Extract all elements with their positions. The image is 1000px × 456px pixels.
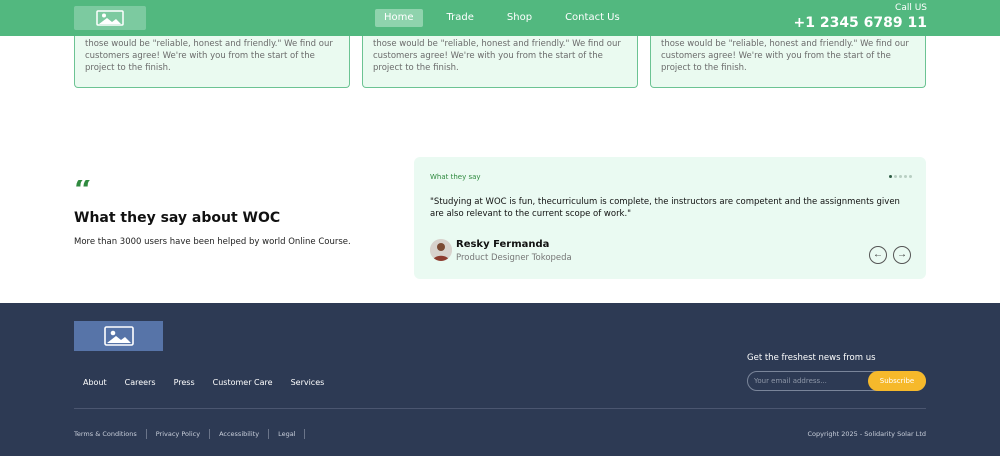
footer-link-press[interactable]: Press <box>165 378 204 387</box>
carousel-dot[interactable] <box>894 175 897 178</box>
email-input[interactable] <box>754 374 864 388</box>
footer-link-customer-care[interactable]: Customer Care <box>204 378 282 387</box>
nav-trade[interactable]: Trade <box>438 9 483 27</box>
testimonial-card: What they say "Studying at WOC is fun, t… <box>414 157 926 279</box>
copyright: Copyright 2025 - Solidarity Solar Ltd <box>807 430 926 438</box>
feature-card: those would be "reliable, honest and fri… <box>74 36 350 88</box>
subscribe-button[interactable]: Subscribe <box>868 371 926 391</box>
site-footer: About Careers Press Customer Care Servic… <box>0 303 1000 456</box>
logo[interactable] <box>74 6 146 30</box>
footer-nav: About Careers Press Customer Care Servic… <box>74 378 333 387</box>
prev-button[interactable]: ← <box>869 246 887 264</box>
nav-shop[interactable]: Shop <box>498 9 541 27</box>
testimonial-name: Resky Fermanda <box>456 239 550 250</box>
nav-home[interactable]: Home <box>375 9 423 27</box>
main-nav: Home Trade Shop Contact Us <box>375 9 644 27</box>
legal-link-terms[interactable]: Terms & Conditions <box>74 429 147 439</box>
next-button[interactable]: → <box>893 246 911 264</box>
site-header: Home Trade Shop Contact Us Call US +1 23… <box>0 0 1000 36</box>
call-label: Call US <box>895 3 927 13</box>
legal-links: Terms & Conditions Privacy Policy Access… <box>74 429 306 439</box>
newsletter-label: Get the freshest news from us <box>747 353 876 363</box>
footer-logo[interactable] <box>74 321 163 351</box>
legal-link-accessibility[interactable]: Accessibility <box>210 429 270 439</box>
carousel-dots <box>889 175 912 178</box>
call-info: Call US +1 2345 6789 11 <box>793 3 927 32</box>
quote-icon: “ <box>74 180 92 196</box>
footer-link-about[interactable]: About <box>74 378 116 387</box>
section-title: What they say about WOC <box>74 210 281 226</box>
footer-divider <box>74 408 926 409</box>
arrow-left-icon: ← <box>873 249 883 260</box>
testimonial-role: Product Designer Tokopeda <box>456 253 572 263</box>
person-icon <box>430 239 452 261</box>
footer-link-careers[interactable]: Careers <box>116 378 165 387</box>
section-subtitle: More than 3000 users have been helped by… <box>74 237 351 247</box>
arrow-right-icon: → <box>897 249 907 260</box>
testimonial-quote: "Studying at WOC is fun, thecurriculum i… <box>430 197 900 219</box>
carousel-dot[interactable] <box>904 175 907 178</box>
carousel-dot[interactable] <box>899 175 902 178</box>
testimonial-label: What they say <box>430 173 481 181</box>
feature-cards: those would be "reliable, honest and fri… <box>74 36 926 88</box>
call-number[interactable]: +1 2345 6789 11 <box>793 14 927 32</box>
feature-card: those would be "reliable, honest and fri… <box>650 36 926 88</box>
image-icon <box>96 10 124 26</box>
newsletter-form: Subscribe <box>747 371 926 391</box>
feature-card: those would be "reliable, honest and fri… <box>362 36 638 88</box>
avatar <box>430 239 452 261</box>
carousel-dot[interactable] <box>909 175 912 178</box>
nav-contact-us[interactable]: Contact Us <box>556 9 629 27</box>
legal-link-legal[interactable]: Legal <box>269 429 306 439</box>
image-icon <box>103 326 134 346</box>
legal-link-privacy[interactable]: Privacy Policy <box>147 429 211 439</box>
carousel-dot[interactable] <box>889 175 892 178</box>
footer-link-services[interactable]: Services <box>282 378 334 387</box>
